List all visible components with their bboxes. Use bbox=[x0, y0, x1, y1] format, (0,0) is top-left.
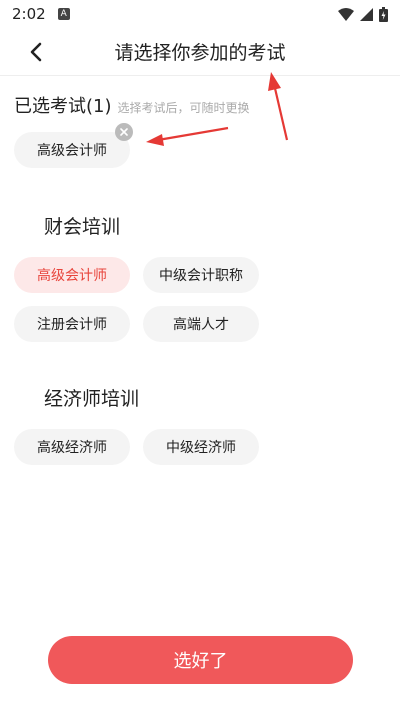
header-bar: 请选择你参加的考试 bbox=[0, 28, 400, 76]
selected-header: 已选考试(1) 选择考试后，可随时更换 bbox=[0, 76, 400, 118]
selected-hint: 选择考试后，可随时更换 bbox=[117, 101, 250, 115]
section-chip-grid-caihui: 高级会计师 中级会计职称 注册会计师 高端人才 bbox=[0, 239, 400, 342]
exam-chip[interactable]: 中级经济师 bbox=[143, 429, 259, 465]
status-icons bbox=[338, 6, 388, 22]
page-title: 请选择你参加的考试 bbox=[114, 42, 286, 64]
signal-icon bbox=[360, 7, 373, 21]
remove-chip-button[interactable] bbox=[115, 123, 133, 141]
close-icon bbox=[120, 128, 128, 136]
exam-chip[interactable]: 高级会计师 bbox=[14, 257, 130, 293]
section-chip-grid-jingjishi: 高级经济师 中级经济师 bbox=[0, 411, 400, 465]
selected-chip[interactable]: 高级会计师 bbox=[14, 123, 133, 168]
exam-chip[interactable]: 高级经济师 bbox=[14, 429, 130, 465]
status-bar: 2:02 A bbox=[0, 0, 400, 28]
chevron-left-icon bbox=[30, 42, 42, 62]
back-button[interactable] bbox=[22, 38, 50, 66]
selected-title: 已选考试(1) bbox=[14, 96, 112, 117]
exam-chip[interactable]: 注册会计师 bbox=[14, 306, 130, 342]
confirm-button[interactable]: 选好了 bbox=[48, 636, 353, 684]
notification-a-icon: A bbox=[57, 8, 70, 20]
selected-chip-label: 高级会计师 bbox=[37, 143, 107, 159]
section-title-caihui: 财会培训 bbox=[44, 216, 121, 238]
battery-icon bbox=[379, 6, 388, 22]
exam-chip[interactable]: 中级会计职称 bbox=[143, 257, 259, 293]
exam-chip[interactable]: 高端人才 bbox=[143, 306, 259, 342]
section-title-jingjishi: 经济师培训 bbox=[44, 388, 140, 410]
selected-chip-list: 高级会计师 bbox=[0, 118, 400, 168]
wifi-icon bbox=[338, 7, 354, 21]
status-time: 2:02 bbox=[12, 5, 46, 23]
